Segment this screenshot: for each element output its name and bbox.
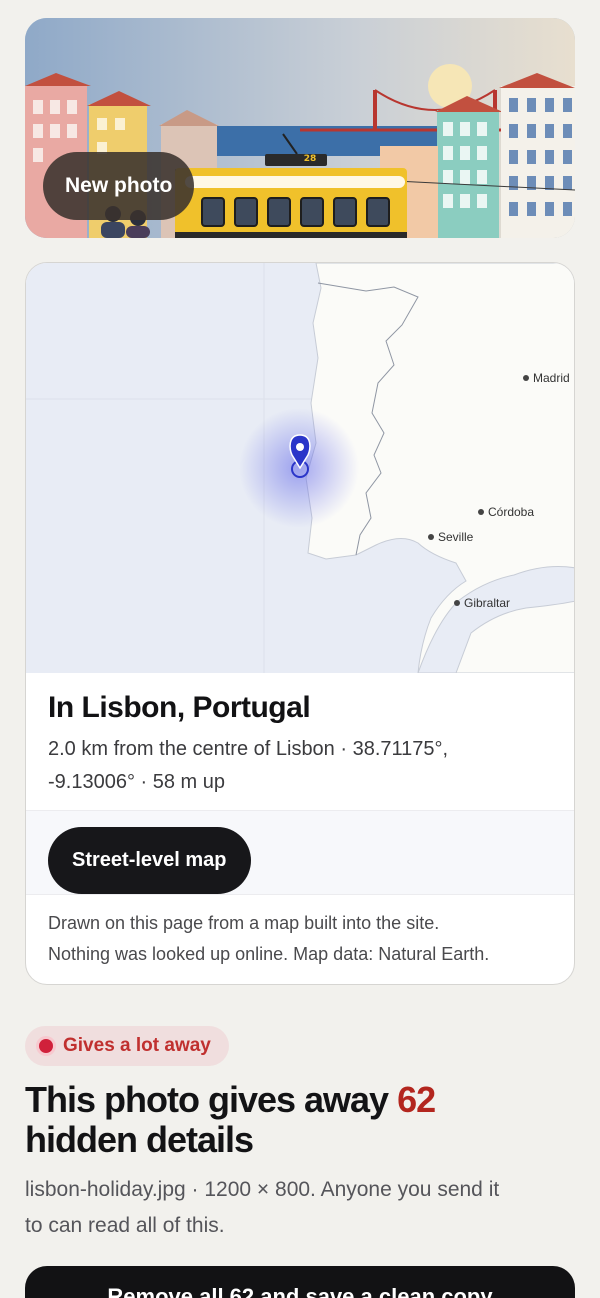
city-dot-icon (523, 375, 529, 381)
tram-number-label: 28 (303, 154, 317, 164)
city-dot-icon (454, 600, 460, 606)
map-note-line2: Nothing was looked up online. Map data: … (48, 944, 490, 964)
headline-suffix: hidden details (25, 1119, 254, 1160)
risk-badge-label: Gives a lot away (63, 1035, 211, 1056)
photo-preview: 28 New photo (25, 18, 575, 238)
city-gibraltar: Gibraltar (454, 596, 510, 610)
map-actions: Street-level map (26, 810, 574, 895)
city-cordoba: Córdoba (478, 505, 534, 519)
location-detail-line1: 2.0 km from the centre of Lisbon · 38.71… (48, 738, 449, 760)
location-detail-line2: -9.13006° · 58 m up (48, 771, 225, 793)
map-note-line1: Drawn on this page from a map built into… (48, 913, 440, 933)
warning-dot-icon (39, 1039, 53, 1053)
risk-badge: Gives a lot away (25, 1026, 229, 1066)
city-madrid: Madrid (523, 371, 570, 385)
map-source-note: Drawn on this page from a map built into… (48, 908, 558, 970)
file-info-line2: to can read all of this. (25, 1214, 225, 1237)
headline-prefix: This photo gives away (25, 1079, 398, 1120)
city-dot-icon (428, 534, 434, 540)
map-view[interactable]: Madrid Córdoba Seville Gibraltar (26, 263, 574, 674)
new-photo-button[interactable]: New photo (43, 152, 195, 220)
location-summary: In Lisbon, Portugal 2.0 km from the cent… (26, 673, 574, 810)
iberia-map (26, 263, 574, 674)
city-dot-icon (478, 509, 484, 515)
location-title: In Lisbon, Portugal (48, 691, 311, 724)
hidden-details-count: 62 (397, 1079, 436, 1120)
page-headline: This photo gives away 62 hidden details (25, 1080, 585, 1160)
file-info: lisbon-holiday.jpg · 1200 × 800. Anyone … (25, 1172, 585, 1244)
location-card: Madrid Córdoba Seville Gibraltar In Lisb… (25, 262, 575, 985)
file-info-line1: lisbon-holiday.jpg · 1200 × 800. Anyone … (25, 1178, 500, 1201)
street-level-map-button[interactable]: Street-level map (48, 827, 251, 894)
remove-metadata-button[interactable]: Remove all 62 and save a clean copy (25, 1266, 575, 1298)
city-seville: Seville (428, 530, 473, 544)
